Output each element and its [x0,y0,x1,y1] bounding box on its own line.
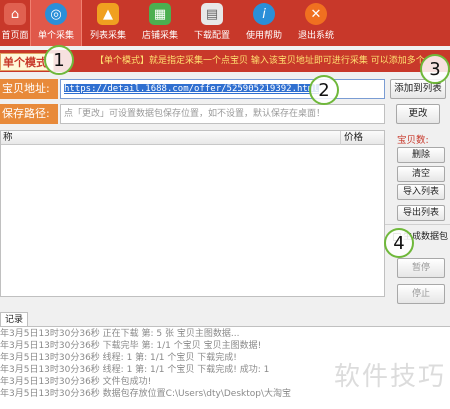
home-icon: ⌂ [4,3,26,25]
shop-collect-icon: ▦ [149,3,171,25]
callout-4: 4 [384,228,414,258]
address-label: 宝贝地址: [0,79,58,99]
download-config-icon: ▤ [201,3,223,25]
stop-button[interactable]: 停止 [397,284,445,304]
column-name-header[interactable]: 称 [1,131,341,145]
change-path-button[interactable]: 更改 [396,104,440,124]
tab-log[interactable]: 记录 [0,312,29,327]
pause-button[interactable]: 暂停 [397,258,445,278]
toolbar-list-collect-button[interactable]: ▲ 列表采集 [82,0,134,46]
list-header: 称 价格 [1,131,384,145]
log-line: 年3月5日13时30分36秒 正在下载 第: 5 张 宝贝主图数据... [0,329,240,339]
toolbar-shop-collect-button[interactable]: ▦ 店铺采集 [134,0,186,46]
delete-button[interactable]: 删除 [397,147,445,163]
column-price-header[interactable]: 价格 [342,131,376,145]
item-count-label: 宝贝数: [397,135,429,146]
clear-button[interactable]: 清空 [397,166,445,182]
toolbar-home-button[interactable]: ⌂ 首页面 [0,0,30,46]
list-actions-panel: 宝贝数: 删除 清空 导入列表 导出列表 生成数据包 暂停 停止 [385,130,450,308]
callout-3: 3 [420,54,450,84]
item-list[interactable]: 称 价格 [0,130,385,297]
callout-2: 2 [309,75,339,105]
help-icon: i [253,3,275,25]
toolbar: ⌂ 首页面 ◎ 单个采集 ▲ 列表采集 ▦ 店铺采集 ▤ 下载配置 i 使用帮助… [0,0,450,46]
watermark-text: 软件技巧 [334,362,447,392]
exit-icon: ✕ [305,3,327,25]
save-path-label: 保存路径: [0,104,58,124]
toolbar-exit-button[interactable]: ✕ 退出系统 [290,0,342,46]
save-path-input[interactable]: 点「更改」可设置数据包保存位置，如不设置，默认保存在桌面！ [60,104,385,124]
toolbar-download-config-button[interactable]: ▤ 下载配置 [186,0,238,46]
toolbar-single-collect-button[interactable]: ◎ 单个采集 [30,0,82,46]
panel-divider [385,224,450,225]
address-input-value: https://detail.1688.com/offer/5259052193… [64,84,319,94]
list-collect-icon: ▲ [97,3,119,25]
toolbar-help-button[interactable]: i 使用帮助 [238,0,290,46]
single-collect-icon: ◎ [45,3,67,25]
callout-1: 1 [44,45,74,75]
mode-description: 【单个模式】就是指定采集一个点宝贝 输入该宝贝地址即可进行采集 可以添加多个 [95,56,425,66]
export-list-button[interactable]: 导出列表 [397,205,445,221]
import-list-button[interactable]: 导入列表 [397,184,445,200]
